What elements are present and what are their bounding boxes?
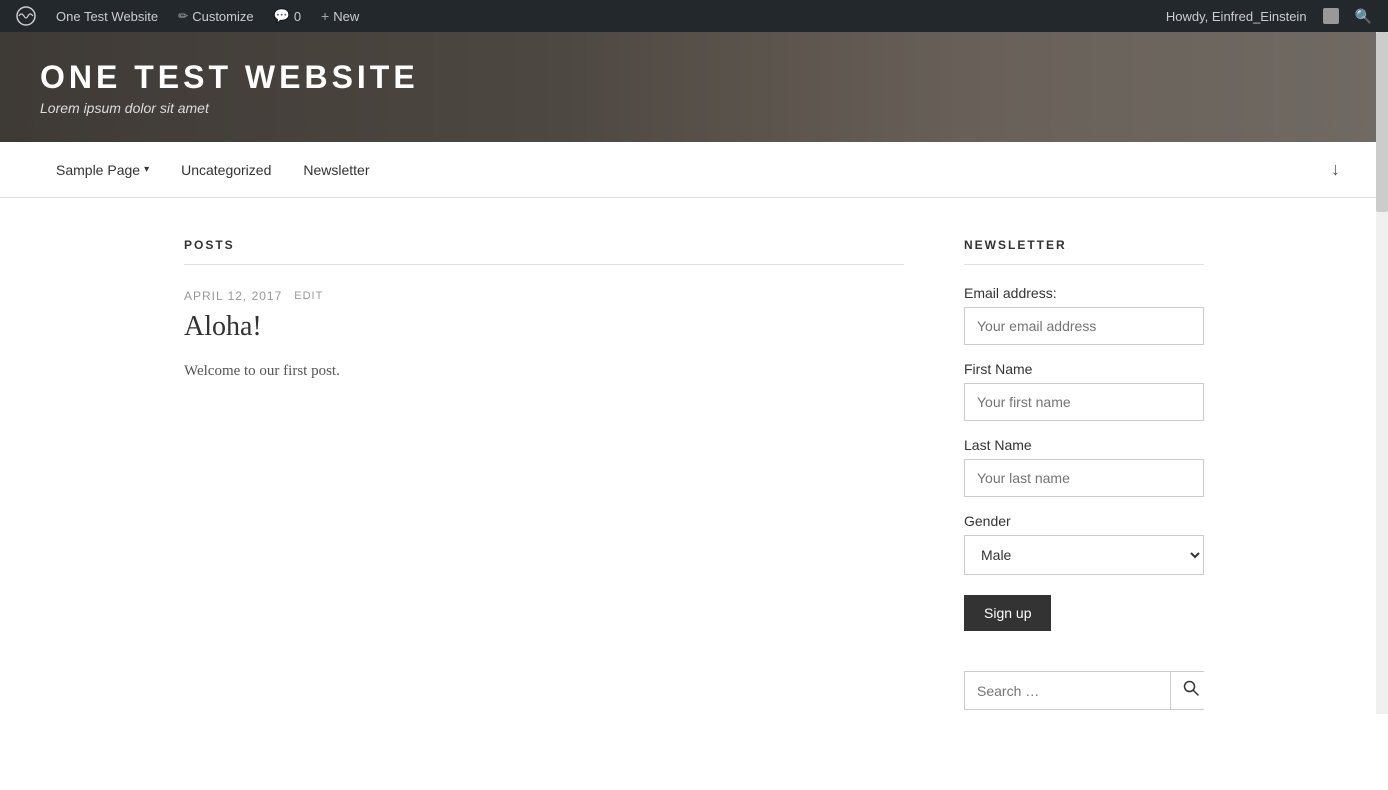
admin-bar-new[interactable]: + New [313, 0, 367, 32]
signup-button[interactable]: Sign up [964, 595, 1051, 631]
wp-logo-link[interactable] [8, 0, 44, 32]
nav-download-icon[interactable]: ↓ [1323, 151, 1348, 188]
search-form [964, 671, 1204, 710]
admin-bar-site-name[interactable]: One Test Website [48, 0, 166, 32]
last-name-label: Last Name [964, 437, 1204, 453]
gender-select[interactable]: Male Female Other [964, 535, 1204, 575]
post-title[interactable]: Aloha! [184, 311, 904, 343]
admin-search-icon[interactable]: 🔍 [1347, 8, 1380, 25]
sample-page-chevron: ▾ [144, 164, 149, 175]
search-button[interactable] [1170, 672, 1211, 709]
last-name-input[interactable] [964, 459, 1204, 497]
scrollbar-track [1376, 32, 1388, 714]
main-content: POSTS APRIL 12, 2017 EDIT Aloha! Welcome… [144, 198, 1244, 790]
admin-avatar [1323, 8, 1339, 24]
first-name-label: First Name [964, 361, 1204, 377]
header-content: ONE TEST WEBSITE Lorem ipsum dolor sit a… [40, 59, 419, 116]
search-icon [1183, 680, 1199, 696]
gender-label: Gender [964, 513, 1204, 529]
nav-items: Sample Page ▾ Uncategorized Newsletter [40, 144, 1323, 196]
nav-item-newsletter[interactable]: Newsletter [287, 144, 385, 196]
admin-bar-customize[interactable]: ✏ Customize [170, 0, 261, 32]
admin-bar-left: One Test Website ✏ Customize 💬 0 + New [8, 0, 1158, 32]
admin-bar-howdy: Howdy, Einfred_Einstein [1158, 9, 1315, 24]
post-date: APRIL 12, 2017 [184, 289, 282, 303]
post-excerpt: Welcome to our first post. [184, 359, 904, 383]
search-input[interactable] [965, 672, 1170, 709]
scrollbar-thumb[interactable] [1376, 32, 1388, 212]
email-group: Email address: [964, 285, 1204, 345]
admin-bar: One Test Website ✏ Customize 💬 0 + New H… [0, 0, 1388, 32]
site-tagline: Lorem ipsum dolor sit amet [40, 100, 419, 116]
wp-logo-icon [16, 6, 36, 26]
post-edit-link[interactable]: EDIT [294, 290, 323, 302]
email-label: Email address: [964, 285, 1204, 301]
site-header: ONE TEST WEBSITE Lorem ipsum dolor sit a… [0, 32, 1388, 142]
site-title: ONE TEST WEBSITE [40, 59, 419, 96]
nav-item-sample-page[interactable]: Sample Page ▾ [40, 144, 165, 196]
gender-group: Gender Male Female Other [964, 513, 1204, 575]
email-input[interactable] [964, 307, 1204, 345]
newsletter-widget-title: NEWSLETTER [964, 238, 1204, 265]
last-name-group: Last Name [964, 437, 1204, 497]
admin-bar-comments[interactable]: 💬 0 [266, 0, 309, 32]
post-meta: APRIL 12, 2017 EDIT [184, 289, 904, 303]
newsletter-widget: NEWSLETTER Email address: First Name Las… [964, 238, 1204, 631]
main-nav: Sample Page ▾ Uncategorized Newsletter ↓ [0, 142, 1388, 198]
first-name-group: First Name [964, 361, 1204, 421]
nav-item-uncategorized[interactable]: Uncategorized [165, 144, 287, 196]
posts-section-label: POSTS [184, 238, 904, 265]
admin-bar-right: Howdy, Einfred_Einstein 🔍 [1158, 8, 1380, 25]
post-item: APRIL 12, 2017 EDIT Aloha! Welcome to ou… [184, 289, 904, 383]
sidebar: NEWSLETTER Email address: First Name Las… [964, 238, 1204, 750]
posts-section: POSTS APRIL 12, 2017 EDIT Aloha! Welcome… [184, 238, 904, 750]
first-name-input[interactable] [964, 383, 1204, 421]
search-widget [964, 671, 1204, 710]
